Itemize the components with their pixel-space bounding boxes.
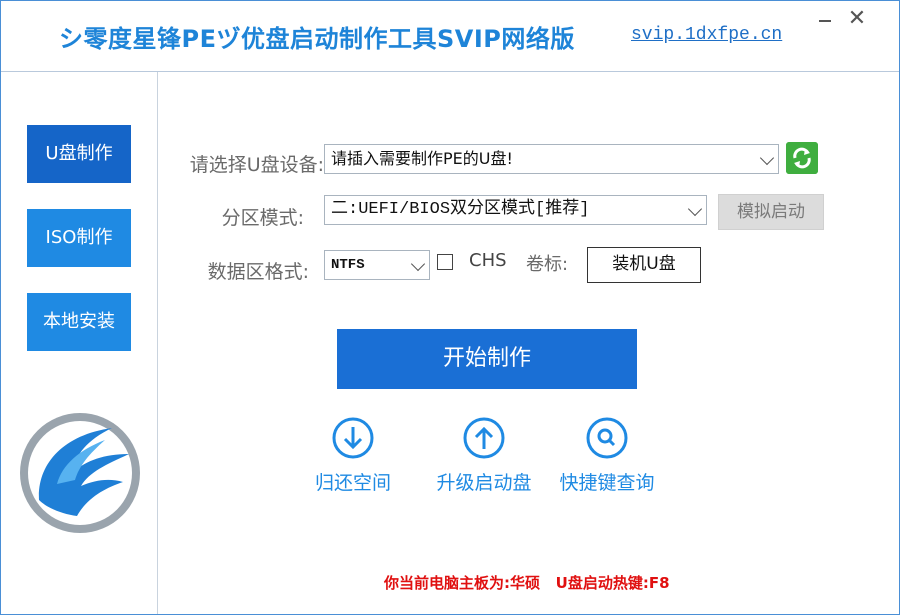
sidebar-item-iso-make[interactable]: ISO制作 [27,209,131,267]
upgrade-boot-disk-button[interactable]: 升级启动盘 [419,416,549,495]
title-bar: シ零度星锋PEヅ优盘启动制作工具SVIP网络版 svip.1dxfpe.cn ✕ [1,1,899,72]
device-label: 请选择U盘设备: [189,154,324,176]
arrow-down-circle-icon [332,417,374,459]
volume-input[interactable]: 装机U盘 [587,247,701,283]
sidebar-item-local-install[interactable]: 本地安装 [27,293,131,351]
reclaim-space-label: 归还空间 [314,472,391,494]
volume-label: 卷标: [526,254,569,275]
minimize-icon[interactable] [813,7,837,31]
start-make-button[interactable]: 开始制作 [337,329,637,389]
device-select[interactable]: 请插入需要制作PE的U盘! [324,144,779,174]
chs-label: CHS [469,250,507,271]
chevron-down-icon [410,256,426,272]
sidebar-item-usb-make[interactable]: U盘制作 [27,125,131,183]
app-window: シ零度星锋PEヅ优盘启动制作工具SVIP网络版 svip.1dxfpe.cn ✕… [0,0,900,615]
partition-select[interactable]: 二:UEFI/BIOS双分区模式[推荐] [324,195,707,225]
hotkey-query-label: 快捷键查询 [559,472,655,494]
device-select-value: 请插入需要制作PE的U盘! [331,149,513,168]
status-text: 你当前电脑主板为:华硕 U盘启动热键:F8 [384,574,670,592]
sidebar: U盘制作 ISO制作 本地安装 [1,72,158,614]
partition-label: 分区模式: [221,207,304,229]
simulate-boot-button[interactable]: 模拟启动 [718,194,824,230]
arrow-up-circle-icon [463,417,505,459]
format-select-value: NTFS [331,257,365,273]
format-select[interactable]: NTFS [324,250,430,280]
reclaim-space-button[interactable]: 归还空间 [288,416,418,495]
search-circle-icon [586,417,628,459]
chs-checkbox[interactable] [437,254,453,270]
upgrade-boot-disk-label: 升级启动盘 [436,472,532,494]
chevron-down-icon [759,150,775,166]
window-title: シ零度星锋PEヅ优盘启动制作工具SVIP网络版 [59,25,575,53]
chevron-down-icon [687,201,703,217]
close-icon[interactable]: ✕ [845,7,869,31]
format-label: 数据区格式: [207,261,309,283]
partition-select-value: 二:UEFI/BIOS双分区模式[推荐] [331,200,590,219]
main-panel: 请选择U盘设备: 请插入需要制作PE的U盘! 分区模式: 二:UEFI/BIOS… [158,72,899,614]
app-logo-icon [20,413,140,533]
website-link[interactable]: svip.1dxfpe.cn [631,25,782,45]
refresh-icon[interactable] [786,142,818,174]
hotkey-query-button[interactable]: 快捷键查询 [542,416,672,495]
